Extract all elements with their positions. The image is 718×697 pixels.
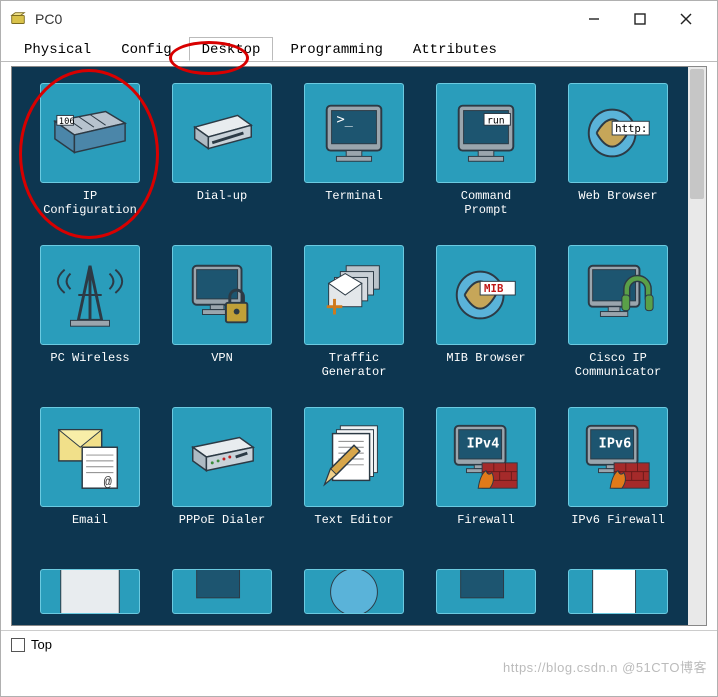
app-tile-partial[interactable] [558,569,678,620]
app-label: Text Editor [314,513,393,541]
maximize-icon [634,13,646,25]
app-tile-partial[interactable] [162,569,282,620]
pppoe-icon [172,407,272,507]
app-label: Web Browser [578,189,657,217]
svg-text:106: 106 [59,117,75,127]
partial-icon [172,569,272,614]
desktop-scroll-area: 106 IPConfiguration Dial-up [16,71,702,621]
app-label: Traffic Generator [294,351,414,379]
app-label: Terminal [325,189,383,217]
app-tile-partial[interactable] [426,569,546,620]
desktop-panel: 106 IPConfiguration Dial-up [11,66,707,626]
mib-icon: MIB [436,245,536,345]
ip-config-icon: 106 [40,83,140,183]
app-web-browser[interactable]: http: Web Browser [558,83,678,217]
app-tile-partial[interactable] [294,569,414,620]
app-label: Dial-up [197,189,247,217]
app-firewall[interactable]: IPv4 [426,407,546,541]
tab-physical[interactable]: Physical [11,37,104,61]
scrollbar-thumb[interactable] [690,69,704,199]
app-text-editor[interactable]: Text Editor [294,407,414,541]
app-tile-partial[interactable] [30,569,150,620]
app-label: Firewall [457,513,515,541]
app-label: IPConfiguration [43,189,137,217]
app-terminal[interactable]: >_ Terminal [294,83,414,217]
partial-icon [40,569,140,614]
partial-icon [436,569,536,614]
traffic-icon [304,245,404,345]
app-label: VPN [211,351,233,379]
title-bar: PC0 [1,1,717,37]
partial-icon [304,569,404,614]
tab-attributes[interactable]: Attributes [400,37,510,61]
close-icon [680,13,692,25]
app-traffic-generator[interactable]: Traffic Generator [294,245,414,379]
svg-text:run: run [487,115,505,126]
window-controls [571,3,709,35]
app-command-prompt[interactable]: run CommandPrompt [426,83,546,217]
app-mib-browser[interactable]: MIB MIB Browser [426,245,546,379]
minimize-icon [588,13,600,25]
svg-text:MIB: MIB [484,282,504,295]
app-label: PC Wireless [50,351,129,379]
app-vpn[interactable]: VPN [162,245,282,379]
firewall4-icon: IPv4 [436,407,536,507]
app-grid: 106 IPConfiguration Dial-up [16,71,702,621]
email-icon: @ [40,407,140,507]
watermark: https://blog.csdn.n @51CTO博客 [503,657,707,676]
app-email[interactable]: @ Email [30,407,150,541]
svg-text:http:: http: [615,122,647,135]
partial-icon [568,569,668,614]
tab-bar: Physical Config Desktop Programming Attr… [1,37,717,62]
app-label: MIB Browser [446,351,525,379]
dialup-icon [172,83,272,183]
texteditor-icon [304,407,404,507]
vpn-icon [172,245,272,345]
app-ipv6-firewall[interactable]: IPv6 [558,407,678,541]
svg-text:>_: >_ [336,111,353,127]
app-dial-up[interactable]: Dial-up [162,83,282,217]
close-button[interactable] [663,3,709,35]
wireless-icon [40,245,140,345]
bottom-bar: Top [1,630,717,658]
tab-programming[interactable]: Programming [277,37,395,61]
app-pc-wireless[interactable]: PC Wireless [30,245,150,379]
firewall6-icon: IPv6 [568,407,668,507]
ipcomm-icon [568,245,668,345]
browser-icon: http: [568,83,668,183]
svg-text:IPv6: IPv6 [599,435,632,451]
tab-config[interactable]: Config [108,37,184,61]
window-title: PC0 [35,11,571,27]
top-label: Top [31,637,52,652]
scrollbar[interactable] [688,67,706,625]
svg-text:@: @ [104,476,112,491]
app-label: IPv6 Firewall [571,513,665,541]
maximize-button[interactable] [617,3,663,35]
minimize-button[interactable] [571,3,617,35]
terminal-icon: >_ [304,83,404,183]
app-label: PPPoE Dialer [179,513,265,541]
app-label: CommandPrompt [461,189,511,217]
cmd-icon: run [436,83,536,183]
app-ip-configuration[interactable]: 106 IPConfiguration [30,83,150,217]
app-pppoe-dialer[interactable]: PPPoE Dialer [162,407,282,541]
app-icon [9,10,27,28]
app-label: Cisco IPCommunicator [575,351,661,379]
top-checkbox[interactable] [11,638,25,652]
app-cisco-ip-communicator[interactable]: Cisco IPCommunicator [558,245,678,379]
tab-desktop[interactable]: Desktop [189,37,274,61]
svg-text:IPv4: IPv4 [467,435,500,451]
app-label: Email [72,513,108,541]
